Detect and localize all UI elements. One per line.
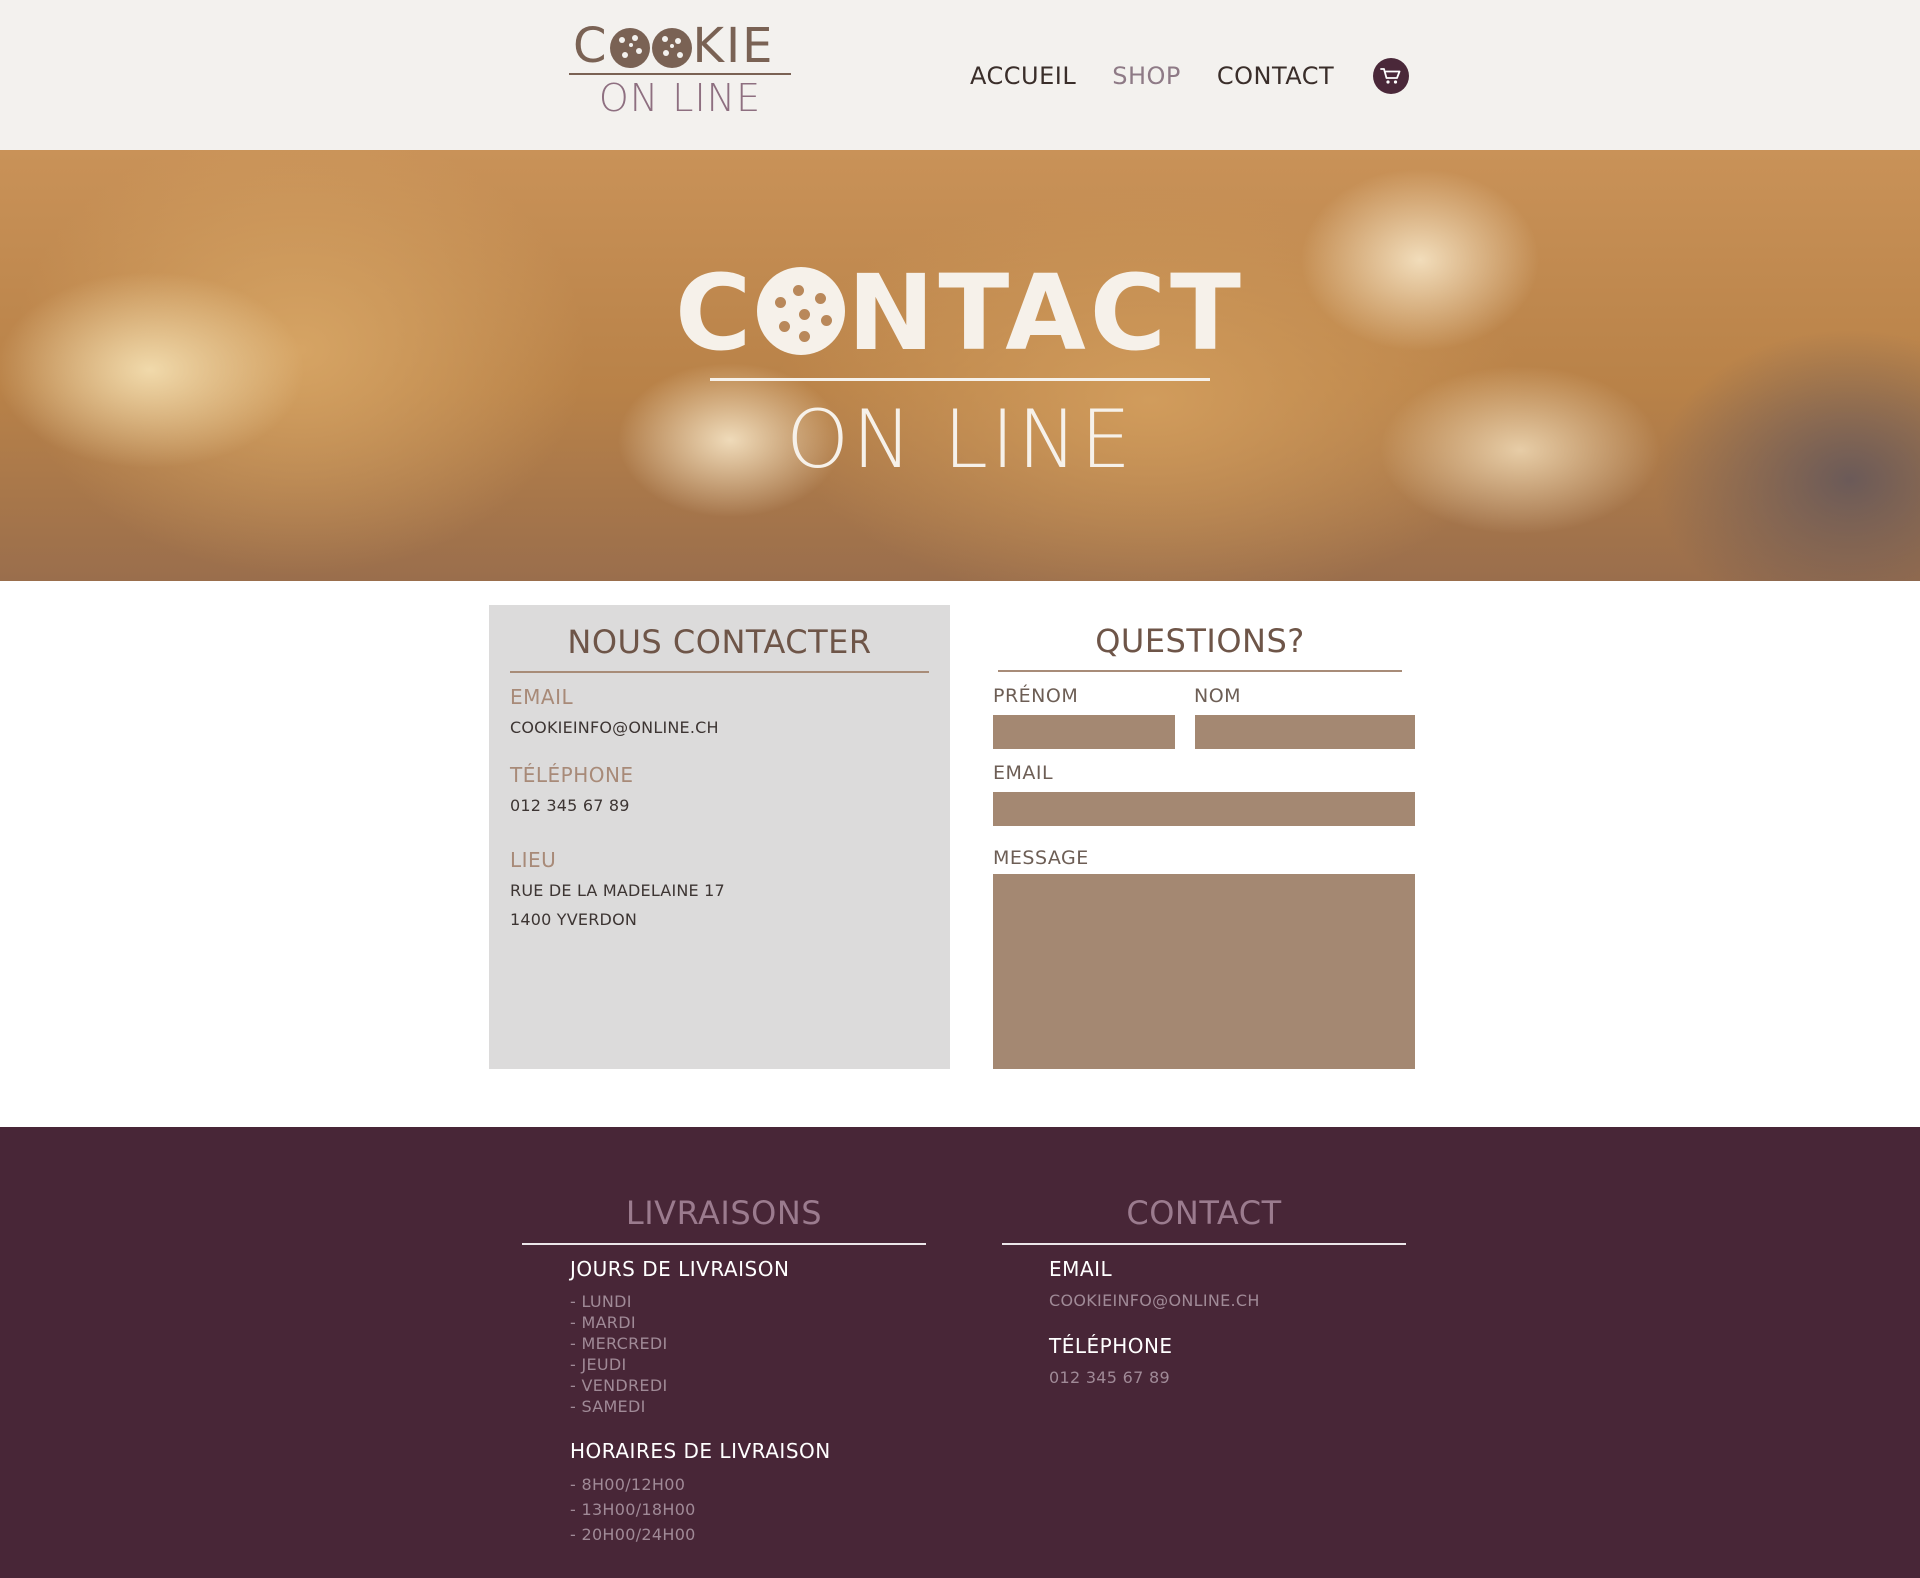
lastname-label: NOM xyxy=(1194,685,1242,707)
panel-title: NOUS CONTACTER xyxy=(567,623,872,661)
form-divider xyxy=(998,670,1402,672)
footer-contact-divider xyxy=(1002,1243,1406,1245)
firstname-label: PRÉNOM xyxy=(993,685,1079,707)
list-item: - MERCREDI xyxy=(570,1334,668,1353)
footer-deliveries-title: LIVRAISONS xyxy=(625,1194,823,1232)
site-footer: LIVRAISONS JOURS DE LIVRAISON - LUNDI - … xyxy=(0,1127,1920,1578)
footer-deliveries-divider xyxy=(522,1243,926,1245)
email-label: EMAIL xyxy=(510,685,574,709)
footer-email-heading: EMAIL xyxy=(1049,1257,1113,1281)
hero-banner: C NTACT ON LINE xyxy=(0,150,1920,581)
list-item: - SAMEDI xyxy=(570,1397,646,1416)
list-item: - 20H00/24H00 xyxy=(570,1525,696,1544)
nav-item-accueil[interactable]: ACCUEIL xyxy=(970,62,1076,90)
list-item: - MARDI xyxy=(570,1313,636,1332)
list-item: - 13H00/18H00 xyxy=(570,1500,696,1519)
cookie-icon xyxy=(651,28,692,68)
phone-value: 012 345 67 89 xyxy=(510,796,630,815)
lastname-field[interactable] xyxy=(1195,715,1415,749)
hero-subtitle: ON LINE xyxy=(786,393,1134,486)
list-item: - LUNDI xyxy=(570,1292,632,1311)
cookie-icon xyxy=(609,28,650,68)
delivery-hours-heading: HORAIRES DE LIVRAISON xyxy=(570,1439,831,1463)
main-nav: ACCUEIL SHOP CONTACT xyxy=(970,62,1370,90)
phone-label: TÉLÉPHONE xyxy=(510,763,634,787)
hero-title: C NTACT xyxy=(675,252,1245,374)
nav-item-contact[interactable]: CONTACT xyxy=(1217,62,1334,90)
site-logo[interactable]: C KIE ON LINE xyxy=(569,18,791,122)
site-header: C KIE ON LINE ACCUEIL SHOP CONTACT xyxy=(0,0,1920,150)
nav-item-shop[interactable]: SHOP xyxy=(1112,62,1181,90)
contact-info-panel: NOUS CONTACTER EMAIL COOKIEINFO@ONLINE.C… xyxy=(489,605,950,1069)
message-field[interactable] xyxy=(993,874,1415,1069)
list-item: - VENDREDI xyxy=(570,1376,668,1395)
delivery-days-heading: JOURS DE LIVRAISON xyxy=(570,1257,790,1281)
address-line-1: RUE DE LA MADELAINE 17 xyxy=(510,881,725,900)
footer-phone-heading: TÉLÉPHONE xyxy=(1049,1334,1173,1358)
logo-divider xyxy=(569,73,791,75)
logo-wordmark: C KIE xyxy=(573,18,775,74)
footer-phone-value: 012 345 67 89 xyxy=(1049,1368,1170,1387)
footer-email-value[interactable]: COOKIEINFO@ONLINE.CH xyxy=(1049,1291,1260,1310)
firstname-field[interactable] xyxy=(993,715,1175,749)
email-field-label: EMAIL xyxy=(993,762,1054,784)
list-item: - 8H00/12H00 xyxy=(570,1475,686,1494)
form-title: QUESTIONS? xyxy=(1095,622,1305,660)
address-line-2: 1400 YVERDON xyxy=(510,910,638,929)
cart-button[interactable] xyxy=(1373,58,1409,94)
footer-contact-title: CONTACT xyxy=(1126,1194,1282,1232)
list-item: - JEUDI xyxy=(570,1355,627,1374)
panel-divider xyxy=(510,671,929,673)
email-value[interactable]: COOKIEINFO@ONLINE.CH xyxy=(510,718,719,737)
place-label: LIEU xyxy=(510,848,557,872)
delivery-days-list: - LUNDI - MARDI - MERCREDI - JEUDI - VEN… xyxy=(570,1291,668,1417)
delivery-hours-list: - 8H00/12H00 - 13H00/18H00 - 20H00/24H00 xyxy=(570,1472,696,1547)
cart-icon xyxy=(1380,68,1401,84)
cookie-icon xyxy=(757,267,846,355)
logo-subtitle: ON LINE xyxy=(598,76,762,120)
email-field[interactable] xyxy=(993,792,1415,826)
message-label: MESSAGE xyxy=(993,847,1089,869)
hero-divider xyxy=(710,378,1210,381)
